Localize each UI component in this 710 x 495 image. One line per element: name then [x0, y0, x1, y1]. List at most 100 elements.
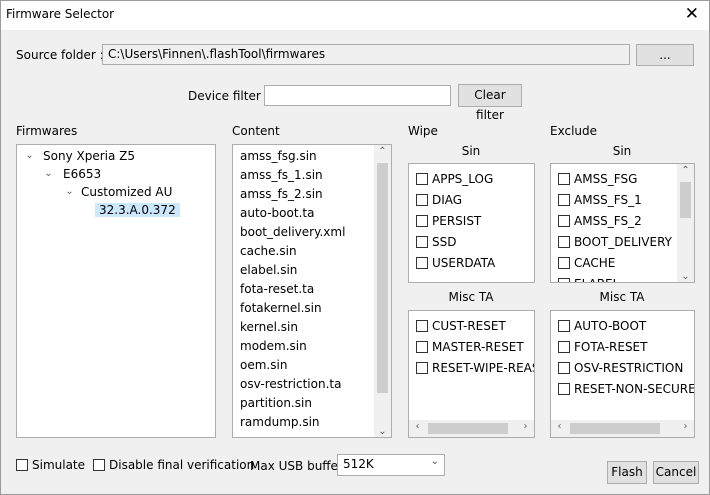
checkbox-item[interactable]: CUST-RESET	[416, 317, 506, 335]
checkbox-item[interactable]: AUTO-BOOT	[558, 317, 646, 335]
checkbox-box[interactable]	[558, 194, 570, 206]
checkbox-box[interactable]	[416, 257, 428, 269]
list-item[interactable]: kernel.sin	[240, 320, 298, 334]
checkbox-label: PERSIST	[432, 214, 482, 228]
list-item[interactable]: fotakernel.sin	[240, 301, 322, 315]
chevron-right-icon[interactable]: ›	[677, 421, 694, 432]
checkbox-box[interactable]	[558, 383, 570, 395]
close-icon[interactable]: ✕	[685, 4, 699, 24]
tree-node-firmware-selected[interactable]: 32.3.A.0.372	[95, 203, 180, 217]
wipe-ta-hscrollbar[interactable]: ‹ ›	[409, 420, 534, 437]
device-filter-input[interactable]	[264, 85, 451, 106]
scroll-thumb[interactable]	[377, 163, 388, 393]
checkbox-label: USERDATA	[432, 256, 496, 270]
checkbox-box[interactable]	[16, 459, 28, 471]
checkbox-item[interactable]: AMSS_FS_1	[558, 191, 642, 209]
source-folder-label: Source folder :	[16, 48, 104, 62]
chevron-down-icon[interactable]: ⌄	[374, 426, 391, 437]
checkbox-box[interactable]	[558, 173, 570, 185]
checkbox-box[interactable]	[416, 215, 428, 227]
exclude-ta-hscrollbar[interactable]: ‹ ›	[551, 420, 694, 437]
chevron-up-icon[interactable]: ⌃	[677, 165, 694, 176]
chevron-down-icon[interactable]: ⌄	[61, 186, 78, 197]
checkbox-box[interactable]	[416, 173, 428, 185]
checkbox-label: DIAG	[432, 193, 463, 207]
checkbox-item[interactable]: AMSS_FS_2	[558, 212, 642, 230]
exclude-sin-scrollbar[interactable]: ⌃ ⌄	[677, 164, 694, 282]
checkbox-item[interactable]: USERDATA	[416, 254, 495, 272]
list-item[interactable]: cache.sin	[240, 244, 297, 258]
checkbox-item[interactable]: BOOT_DELIVERY	[558, 233, 672, 251]
checkbox-box[interactable]	[416, 320, 428, 332]
checkbox-box[interactable]	[416, 236, 428, 248]
checkbox-box[interactable]	[416, 341, 428, 353]
exclude-ta-heading: Misc TA	[599, 290, 645, 304]
chevron-down-icon[interactable]: ⌄	[40, 168, 57, 179]
checkbox-label: RESET-NON-SECURE-ADB	[574, 382, 695, 396]
checkbox-box[interactable]	[558, 236, 570, 248]
list-item[interactable]: amss_fsg.sin	[240, 149, 317, 163]
checkbox-label: AUTO-BOOT	[574, 319, 647, 333]
source-folder-field[interactable]: C:\Users\Finnen\.flashTool\firmwares	[102, 44, 630, 65]
checkbox-label: RESET-WIPE-REASON	[432, 361, 534, 375]
chevron-down-icon[interactable]: ⌄	[431, 456, 439, 467]
list-item[interactable]: modem.sin	[240, 339, 307, 353]
checkbox-box[interactable]	[558, 215, 570, 227]
list-item[interactable]: oem.sin	[240, 358, 287, 372]
content-heading: Content	[232, 124, 280, 138]
checkbox-item[interactable]: SSD	[416, 233, 456, 251]
flash-button[interactable]: Flash	[607, 461, 647, 484]
list-item[interactable]: boot_delivery.xml	[240, 225, 345, 239]
checkbox-item[interactable]: MASTER-RESET	[416, 338, 524, 356]
checkbox-item[interactable]: CACHE	[558, 254, 615, 272]
checkbox-box[interactable]	[558, 278, 570, 282]
checkbox-item[interactable]: RESET-WIPE-REASON	[416, 359, 534, 377]
chevron-down-icon[interactable]: ⌄	[21, 150, 38, 161]
checkbox-item[interactable]: APPS_LOG	[416, 170, 493, 188]
chevron-right-icon[interactable]: ›	[517, 421, 534, 432]
list-item[interactable]: osv-restriction.ta	[240, 377, 341, 391]
checkbox-box[interactable]	[558, 362, 570, 374]
checkbox-item[interactable]: OSV-RESTRICTION	[558, 359, 683, 377]
content-scrollbar[interactable]: ⌃ ⌄	[374, 145, 391, 437]
list-item[interactable]: fota-reset.ta	[240, 282, 314, 296]
checkbox-box[interactable]	[558, 341, 570, 353]
checkbox-box[interactable]	[93, 459, 105, 471]
checkbox-label: CACHE	[574, 256, 616, 270]
checkbox-item[interactable]: DIAG	[416, 191, 462, 209]
chevron-down-icon[interactable]: ⌄	[677, 271, 694, 282]
scroll-thumb[interactable]	[570, 423, 660, 434]
tree-node-device[interactable]: Sony Xperia Z5	[43, 149, 135, 163]
checkbox-label: AMSS_FSG	[574, 172, 638, 186]
list-item[interactable]: amss_fs_2.sin	[240, 187, 323, 201]
list-item[interactable]: amss_fs_1.sin	[240, 168, 323, 182]
checkbox-item[interactable]: ELABEL	[558, 275, 619, 282]
list-item[interactable]: elabel.sin	[240, 263, 297, 277]
list-item[interactable]: partition.sin	[240, 396, 312, 410]
checkbox-box[interactable]	[416, 194, 428, 206]
tree-node-region[interactable]: Customized AU	[81, 185, 172, 199]
checkbox-item[interactable]: PERSIST	[416, 212, 481, 230]
checkbox-box[interactable]	[416, 362, 428, 374]
browse-button[interactable]: ...	[636, 44, 694, 66]
checkbox-box[interactable]	[558, 257, 570, 269]
scroll-thumb[interactable]	[680, 182, 691, 218]
exclude-ta-list: AUTO-BOOT FOTA-RESET OSV-RESTRICTION RESET-…	[550, 310, 695, 438]
chevron-up-icon[interactable]: ⌃	[374, 146, 391, 157]
list-item[interactable]: ramdump.sin	[240, 415, 320, 429]
disable-verification-checkbox[interactable]: Disable final verification	[93, 456, 254, 474]
checkbox-item[interactable]: RESET-NON-SECURE-ADB	[558, 380, 695, 398]
scroll-thumb[interactable]	[428, 423, 508, 434]
checkbox-item[interactable]: AMSS_FSG	[558, 170, 637, 188]
checkbox-box[interactable]	[558, 320, 570, 332]
tree-node-model[interactable]: E6653	[63, 167, 101, 181]
list-item[interactable]: auto-boot.ta	[240, 206, 314, 220]
simulate-checkbox[interactable]: Simulate	[16, 456, 85, 474]
chevron-left-icon[interactable]: ‹	[551, 421, 568, 432]
chevron-left-icon[interactable]: ‹	[409, 421, 426, 432]
cancel-button[interactable]: Cancel	[653, 461, 699, 484]
max-usb-select[interactable]: 512K ⌄	[337, 454, 445, 476]
content-list: amss_fsg.sin amss_fs_1.sin amss_fs_2.sinau…	[232, 144, 392, 438]
clear-filter-button[interactable]: Clear filter	[458, 84, 522, 122]
checkbox-item[interactable]: FOTA-RESET	[558, 338, 647, 356]
